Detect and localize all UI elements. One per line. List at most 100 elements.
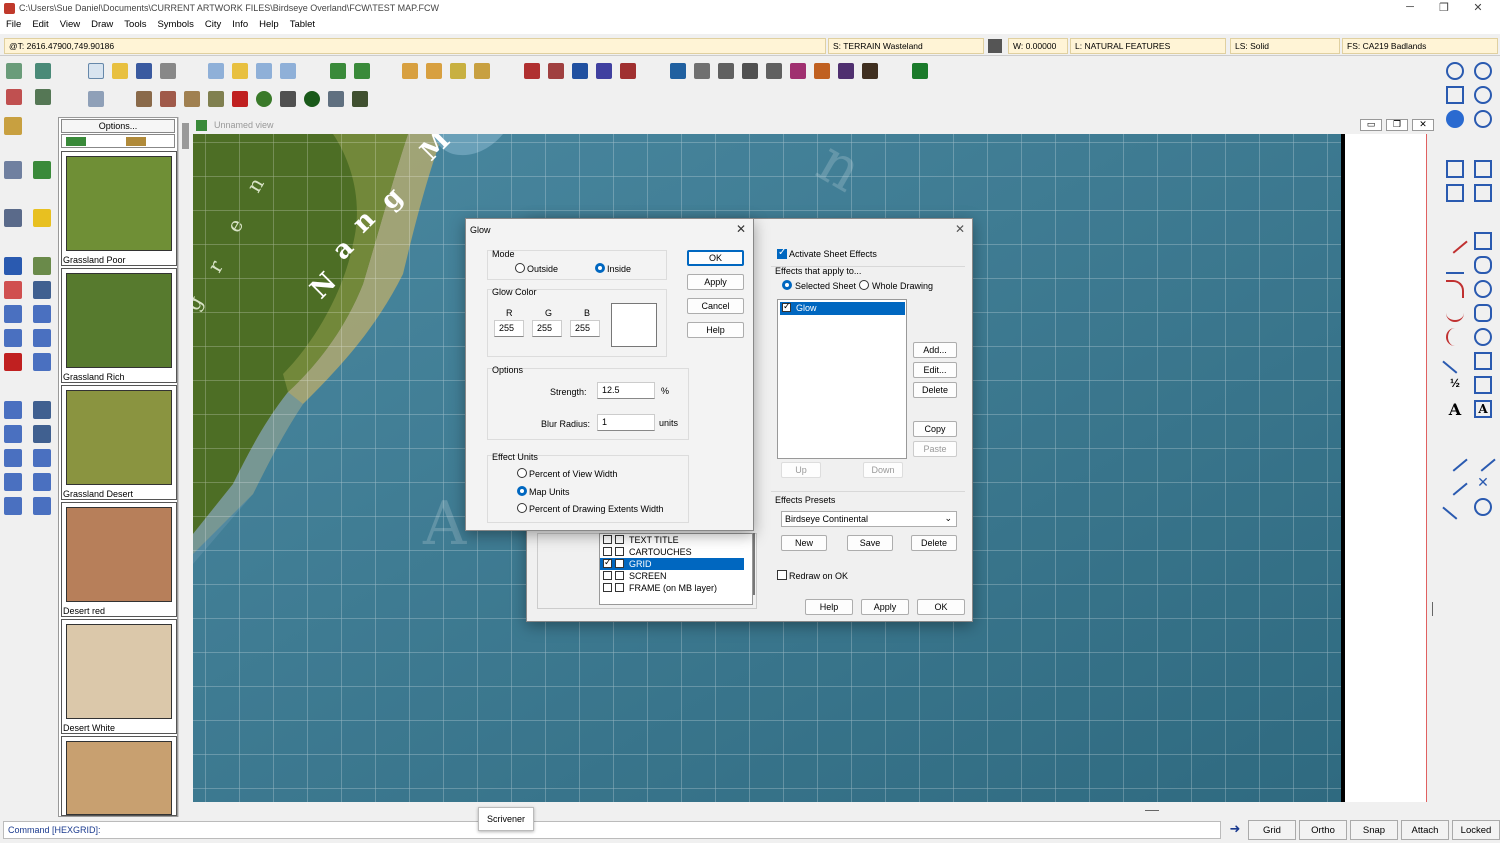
- current-layer-field[interactable]: L: NATURAL FEATURES: [1070, 38, 1226, 54]
- zoom-out-icon[interactable]: [1474, 86, 1492, 104]
- find-icon[interactable]: [4, 209, 22, 227]
- select-icon[interactable]: [4, 161, 22, 179]
- window-icon[interactable]: [33, 473, 51, 491]
- swatch-desert-red[interactable]: Desert red: [61, 502, 177, 617]
- locked-toggle[interactable]: Locked: [1452, 820, 1500, 840]
- move-copy-icon[interactable]: [1474, 184, 1492, 202]
- splitter[interactable]: [1145, 810, 1159, 811]
- sheet-list[interactable]: TEXT TITLE CARTOUCHES ✓ GRID SCREEN FRAM…: [599, 533, 753, 605]
- sheet-effects-checkbox[interactable]: [615, 547, 624, 556]
- text-box-icon[interactable]: A: [1474, 400, 1492, 418]
- strength-field[interactable]: 12.5: [597, 382, 655, 399]
- save-icon[interactable]: [136, 63, 152, 79]
- close-window-button[interactable]: ✕: [1466, 1, 1490, 17]
- sheet-list-scrollbar[interactable]: [753, 533, 755, 595]
- menu-file[interactable]: File: [0, 18, 26, 30]
- align-icon[interactable]: [33, 449, 51, 467]
- symbol-catalog-icon[interactable]: [694, 63, 710, 79]
- activate-sheet-effects-checkbox[interactable]: [777, 247, 787, 259]
- polyline-icon[interactable]: [1442, 348, 1468, 374]
- cross-icon[interactable]: ✕: [1474, 474, 1492, 492]
- pointer-icon[interactable]: ➜: [1226, 822, 1244, 838]
- swatch-grassland-poor[interactable]: Grassland Poor: [61, 151, 177, 266]
- menu-view[interactable]: View: [54, 18, 85, 30]
- text-style-icon[interactable]: [33, 401, 51, 419]
- eraser-icon[interactable]: [4, 281, 22, 299]
- symbol-catalog-icon[interactable]: [670, 63, 686, 79]
- chest-icon[interactable]: [160, 91, 176, 107]
- eyedropper-icon[interactable]: [33, 257, 51, 275]
- duplicate-icon[interactable]: [1474, 160, 1492, 178]
- delete-preset-button[interactable]: Delete: [911, 535, 957, 551]
- shrub-icon[interactable]: [304, 91, 320, 107]
- save-preset-button[interactable]: Save: [847, 535, 893, 551]
- car-icon[interactable]: [232, 91, 248, 107]
- circle-icon[interactable]: [1474, 280, 1492, 298]
- delete-effect-button[interactable]: Delete: [913, 382, 957, 398]
- glow-ok-button[interactable]: OK: [687, 250, 744, 266]
- scale-icon[interactable]: [4, 305, 22, 323]
- preset-dropdown[interactable]: Birdseye Continental ⌄: [781, 511, 957, 527]
- effects-list-item[interactable]: ✓ Glow: [780, 301, 905, 315]
- star-icon[interactable]: [1474, 352, 1492, 370]
- symbol-catalog-icon[interactable]: [572, 63, 588, 79]
- zoom-in-icon[interactable]: [1474, 62, 1492, 80]
- menu-draw[interactable]: Draw: [85, 18, 118, 30]
- symbol-catalog-icon[interactable]: [596, 63, 612, 79]
- add-effect-button[interactable]: Add...: [913, 342, 957, 358]
- angular-dimension-icon[interactable]: [1442, 470, 1468, 496]
- leader-icon[interactable]: [1470, 446, 1496, 472]
- dialog-close-icon[interactable]: ✕: [955, 222, 965, 236]
- document-list-icon[interactable]: [256, 63, 272, 79]
- layers-icon[interactable]: [33, 209, 51, 227]
- import-icon[interactable]: [330, 63, 346, 79]
- arrow-left-icon[interactable]: [426, 63, 442, 79]
- bed-icon[interactable]: [184, 91, 200, 107]
- arrow-right-icon[interactable]: [450, 63, 466, 79]
- menu-tools[interactable]: Tools: [118, 18, 151, 30]
- edit-effect-button[interactable]: Edit...: [913, 362, 957, 378]
- symbol-catalog-icon[interactable]: [766, 63, 782, 79]
- attach-toggle[interactable]: Attach: [1401, 820, 1449, 840]
- menu-tablet[interactable]: Tablet: [284, 18, 320, 30]
- redraw-icon[interactable]: [1446, 110, 1464, 128]
- width-field[interactable]: W: 0.00000: [1008, 38, 1068, 54]
- bridge-icon[interactable]: [352, 91, 368, 107]
- symbol-catalog-icon[interactable]: [912, 63, 928, 79]
- sheet-effects-checkbox[interactable]: [615, 583, 624, 592]
- spline-icon[interactable]: [1446, 328, 1464, 346]
- green-field[interactable]: 255: [532, 320, 562, 337]
- swatch-grassland-desert[interactable]: Grassland Desert: [61, 385, 177, 500]
- sheet-row[interactable]: CARTOUCHES: [600, 546, 752, 558]
- symbol-catalog-icon[interactable]: [790, 63, 806, 79]
- print-icon[interactable]: [160, 63, 176, 79]
- dimension-icon[interactable]: [1442, 446, 1468, 472]
- path-icon[interactable]: [1474, 304, 1492, 322]
- command-line[interactable]: Command [HEXGRID]:: [3, 821, 1221, 839]
- paste-effect-button[interactable]: Paste: [913, 441, 957, 457]
- sheet-row[interactable]: FRAME (on MB layer): [600, 582, 752, 594]
- view-close-button[interactable]: ✕: [1412, 119, 1434, 131]
- effects-list[interactable]: ✓ Glow: [777, 299, 907, 459]
- text-replace-icon[interactable]: [33, 425, 51, 443]
- crane-icon[interactable]: [280, 91, 296, 107]
- move-down-button[interactable]: Down: [863, 462, 903, 478]
- document-icon[interactable]: [208, 63, 224, 79]
- sheet-visible-checkbox[interactable]: [603, 547, 612, 556]
- offset-icon[interactable]: [4, 425, 22, 443]
- mirror-icon[interactable]: [33, 329, 51, 347]
- mode-inside-radio[interactable]: [595, 263, 605, 273]
- symbol-catalog-icon[interactable]: [620, 63, 636, 79]
- symbol-catalog-icon[interactable]: [548, 63, 564, 79]
- zoom-window-icon[interactable]: [1446, 62, 1464, 80]
- glow-apply-button[interactable]: Apply: [687, 274, 744, 290]
- new-file-icon[interactable]: [88, 63, 104, 79]
- symbol-catalog-icon[interactable]: [742, 63, 758, 79]
- grid-icon[interactable]: [4, 117, 22, 135]
- move-icon[interactable]: [33, 161, 51, 179]
- effect-enabled-checkbox[interactable]: ✓: [782, 301, 791, 312]
- notes-icon[interactable]: [232, 63, 248, 79]
- whole-drawing-radio[interactable]: [859, 280, 869, 290]
- move-up-button[interactable]: Up: [781, 462, 821, 478]
- paste-icon[interactable]: [1446, 184, 1464, 202]
